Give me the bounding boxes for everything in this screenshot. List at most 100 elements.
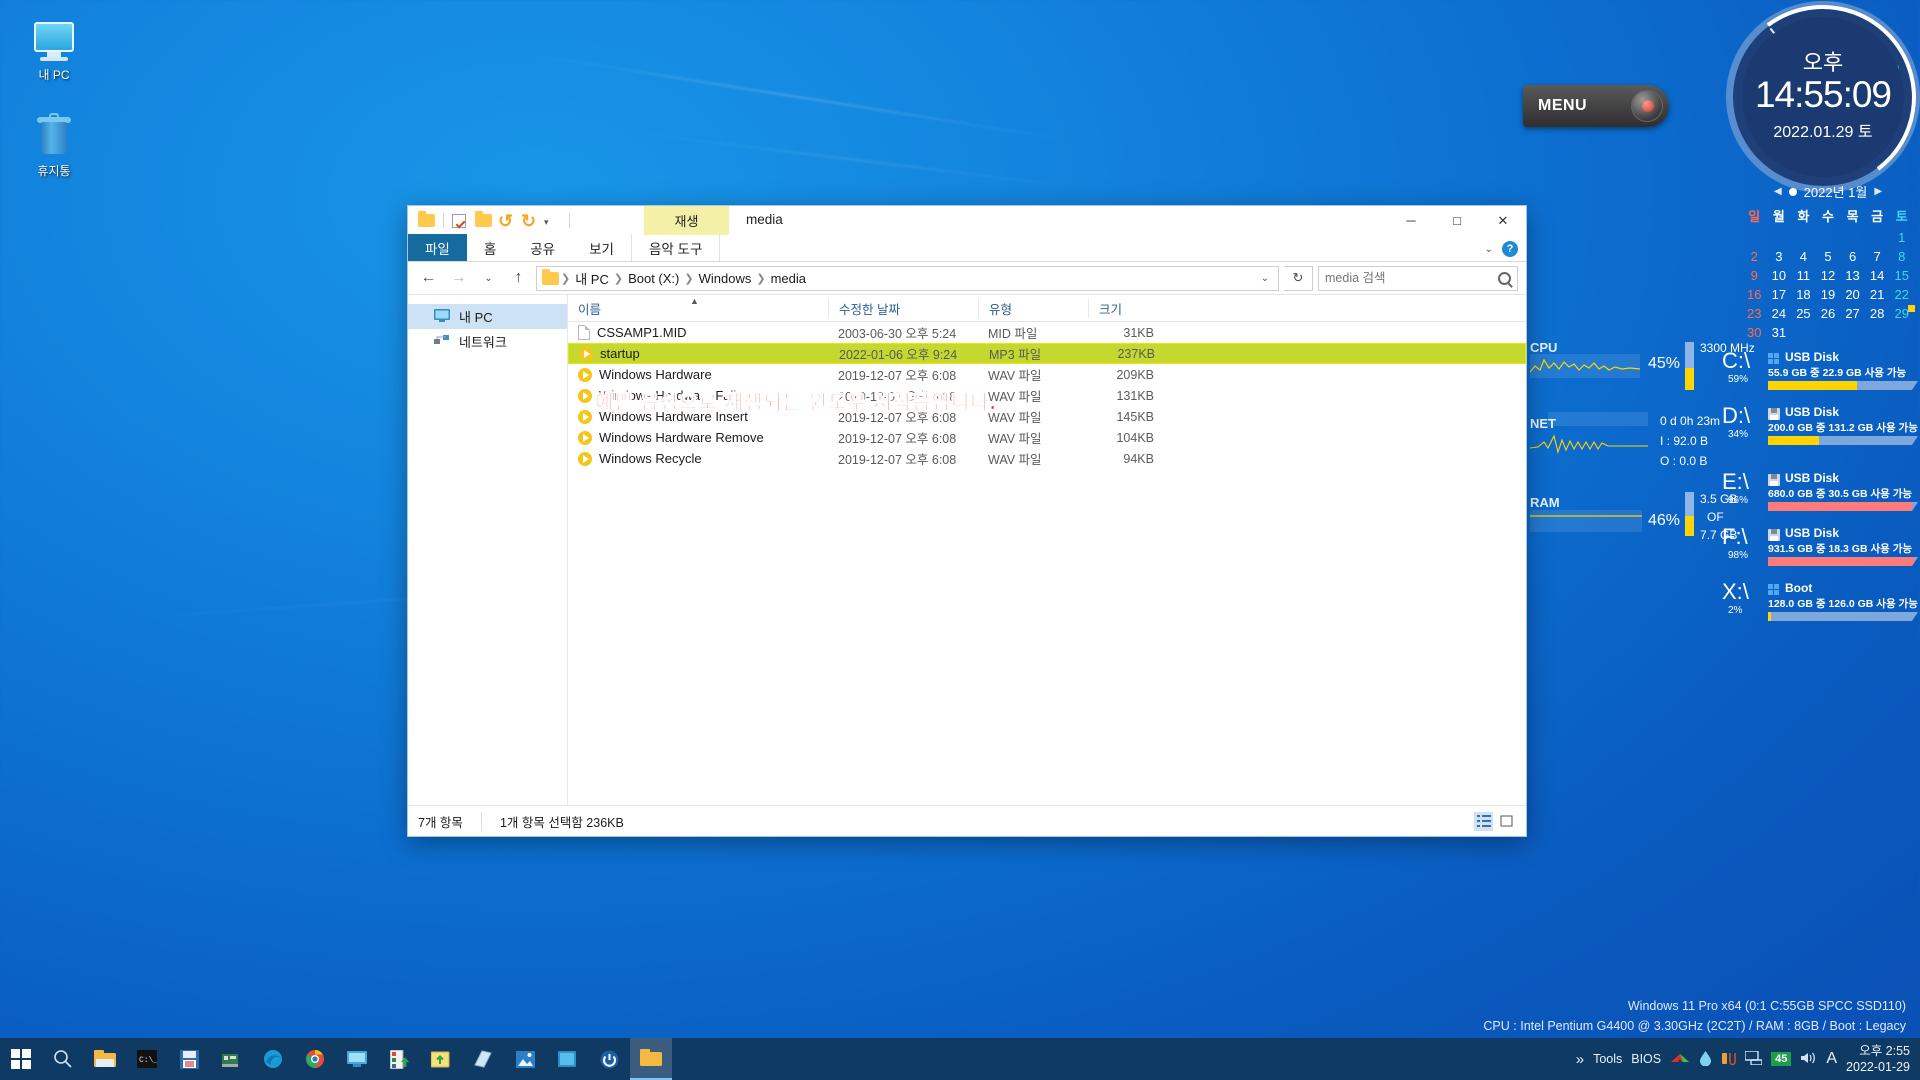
redo-icon[interactable]: ↻	[521, 212, 538, 230]
calendar-day[interactable]: 24	[1767, 305, 1792, 322]
taskbar-upload-folder-button[interactable]	[420, 1038, 462, 1080]
folder-icon[interactable]	[418, 211, 435, 229]
breadcrumb-item-windows[interactable]: Windows	[696, 271, 755, 286]
desktop-icon-recycle-bin[interactable]: 휴지통	[8, 104, 100, 200]
calendar-day[interactable]: 30	[1742, 324, 1767, 341]
tray-ime-indicator[interactable]: A	[1826, 1050, 1837, 1068]
taskbar-search-button[interactable]	[42, 1038, 84, 1080]
breadcrumb-item-my-pc[interactable]: 내 PC	[572, 269, 612, 288]
calendar-day[interactable]: 29	[1889, 305, 1915, 322]
calendar-day[interactable]: 27	[1840, 305, 1865, 322]
ribbon-collapse-chevron-down-icon[interactable]: ⌄	[1485, 244, 1493, 255]
taskbar-edge-button[interactable]	[252, 1038, 294, 1080]
file-explorer-window[interactable]: ↺ ↻ ▾ 재생 media ─ □ ✕ 파일 홈 공유 보기 음악 도구 ⌄ …	[407, 205, 1527, 837]
calendar-day[interactable]: 23	[1742, 305, 1767, 322]
taskbar-network-card-button[interactable]	[210, 1038, 252, 1080]
taskbar-file-explorer-button[interactable]	[84, 1038, 126, 1080]
undo-icon[interactable]: ↺	[498, 212, 515, 230]
tab-view[interactable]: 보기	[572, 234, 631, 261]
refresh-button[interactable]: ↻	[1284, 265, 1313, 291]
calendar-day[interactable]: 18	[1791, 286, 1816, 303]
help-icon[interactable]: ?	[1502, 241, 1518, 257]
up-button[interactable]: ↑	[506, 266, 531, 291]
search-box[interactable]	[1318, 265, 1518, 291]
calendar-day[interactable]: 22	[1889, 286, 1914, 303]
breadcrumb[interactable]: ❯ 내 PC ❯ Boot (X:) ❯ Windows ❯ media ⌄	[536, 265, 1279, 291]
calendar-day[interactable]: 31	[1767, 324, 1792, 341]
nav-pane-item-my-pc[interactable]: 내 PC	[408, 304, 567, 329]
taskbar-save-button[interactable]	[168, 1038, 210, 1080]
calendar-day[interactable]: 12	[1816, 267, 1841, 284]
search-input[interactable]	[1325, 271, 1494, 285]
tab-file[interactable]: 파일	[408, 234, 467, 261]
taskbar-installer-button[interactable]	[378, 1038, 420, 1080]
tab-home[interactable]: 홈	[467, 234, 513, 261]
tray-overflow-button[interactable]: »	[1576, 1051, 1584, 1068]
calendar-day[interactable]: 25	[1791, 305, 1816, 322]
customize-qat-chevron-down-icon[interactable]: ▾	[544, 212, 561, 229]
calendar-day[interactable]: 26	[1816, 305, 1841, 322]
menu-knob-icon[interactable]	[1631, 90, 1663, 122]
calendar-day[interactable]: 7	[1865, 248, 1890, 265]
tray-network-icon[interactable]	[1744, 1049, 1763, 1068]
search-icon[interactable]	[1498, 271, 1511, 285]
minimize-button[interactable]: ─	[1388, 206, 1434, 235]
tray-water-drop-icon[interactable]	[1699, 1050, 1712, 1069]
taskbar-power-button[interactable]	[588, 1038, 630, 1080]
properties-checkbox-icon[interactable]	[452, 212, 469, 229]
details-view-button[interactable]	[1474, 811, 1493, 831]
drive-row[interactable]: D:\ 34% USB Disk 200.0 GB 중 131.2 GB 사용 가능	[1722, 403, 1920, 465]
close-button[interactable]: ✕	[1480, 206, 1526, 235]
calendar-day[interactable]: 10	[1767, 267, 1792, 284]
drive-row[interactable]: F:\ 98% USB Disk 931.5 GB 중 18.3 GB 사용 가능	[1722, 524, 1920, 579]
clock-widget[interactable]: 오후 14:55:09 2022.01.29 토	[1718, 0, 1920, 202]
column-header-size[interactable]: 크기	[1088, 298, 1178, 318]
maximize-button[interactable]: □	[1434, 206, 1480, 235]
table-row[interactable]: Windows Hardware Remove 2019-12-07 오후 6:0…	[568, 427, 1526, 448]
large-icons-view-button[interactable]	[1497, 812, 1516, 831]
taskbar-command-prompt-button[interactable]: C:\_	[126, 1038, 168, 1080]
taskbar-photos-button[interactable]	[504, 1038, 546, 1080]
calendar-day[interactable]: 6	[1840, 248, 1865, 265]
calendar-day[interactable]: 1	[1889, 229, 1914, 246]
tray-bios-label[interactable]: BIOS	[1631, 1052, 1661, 1066]
tray-volume-icon[interactable]	[1800, 1051, 1817, 1068]
calendar-day[interactable]: 9	[1742, 267, 1767, 284]
tab-share[interactable]: 공유	[513, 234, 572, 261]
calendar-today-dot-icon[interactable]	[1788, 187, 1797, 196]
calendar-day[interactable]: 8	[1889, 248, 1914, 265]
tray-nvidia-icon[interactable]	[1670, 1051, 1690, 1068]
calendar-day[interactable]: 5	[1816, 248, 1841, 265]
calendar-day[interactable]: 3	[1767, 248, 1792, 265]
tab-music-tools[interactable]: 음악 도구	[630, 234, 721, 261]
calendar-day[interactable]: 4	[1791, 248, 1816, 265]
new-folder-icon[interactable]	[475, 211, 492, 229]
table-row[interactable]: Windows Recycle 2019-12-07 오후 6:08 WAV 파일 9…	[568, 448, 1526, 469]
contextual-tab-play[interactable]: 재생	[644, 206, 729, 235]
drive-row[interactable]: C:\ 59% USB Disk 55.9 GB 중 22.9 GB 사용 가능	[1722, 348, 1920, 403]
drive-row[interactable]: E:\ 96% USB Disk 680.0 GB 중 30.5 GB 사용 가능	[1722, 469, 1920, 524]
calendar-day[interactable]: 11	[1791, 267, 1816, 284]
nav-pane-item-network[interactable]: 네트워크	[408, 329, 567, 354]
tray-clock[interactable]: 오후 2:55 2022-01-29	[1846, 1043, 1910, 1076]
breadcrumb-dropdown-chevron-down-icon[interactable]: ⌄	[1261, 273, 1273, 284]
taskbar-display-button[interactable]	[546, 1038, 588, 1080]
calendar-day[interactable]: 19	[1816, 286, 1841, 303]
calendar-day[interactable]: 2	[1742, 248, 1767, 265]
desktop-icon-my-pc[interactable]: 내 PC	[8, 8, 100, 104]
breadcrumb-item-boot-x[interactable]: Boot (X:)	[625, 271, 682, 286]
recent-locations-chevron-down-icon[interactable]: ⌄	[476, 266, 501, 291]
taskbar-monitor-button[interactable]	[336, 1038, 378, 1080]
calendar-day[interactable]: 16	[1742, 286, 1767, 303]
calendar-next-button[interactable]: ▶	[1874, 186, 1882, 197]
file-list[interactable]: 이름 수정한 날짜 유형 크기 ▲ CSSAMP1.MID 2003-06-30 …	[568, 295, 1526, 805]
calendar-day[interactable]: 17	[1767, 286, 1792, 303]
calendar-widget[interactable]: ◀ 2022년 1월 ▶ 일 월 화 수 목 금 토 1 2 3 4 5 6 7 8 9 10 11 12 13 14 1…	[1742, 182, 1915, 341]
breadcrumb-item-media[interactable]: media	[768, 271, 809, 286]
taskbar-notes-button[interactable]	[462, 1038, 504, 1080]
table-row[interactable]: Windows Hardware 2019-12-07 오후 6:08 WAV 파일…	[568, 364, 1526, 385]
taskbar-chrome-button[interactable]	[294, 1038, 336, 1080]
calendar-prev-button[interactable]: ◀	[1774, 186, 1782, 197]
start-button[interactable]	[0, 1038, 42, 1080]
back-button[interactable]: ←	[416, 266, 441, 291]
